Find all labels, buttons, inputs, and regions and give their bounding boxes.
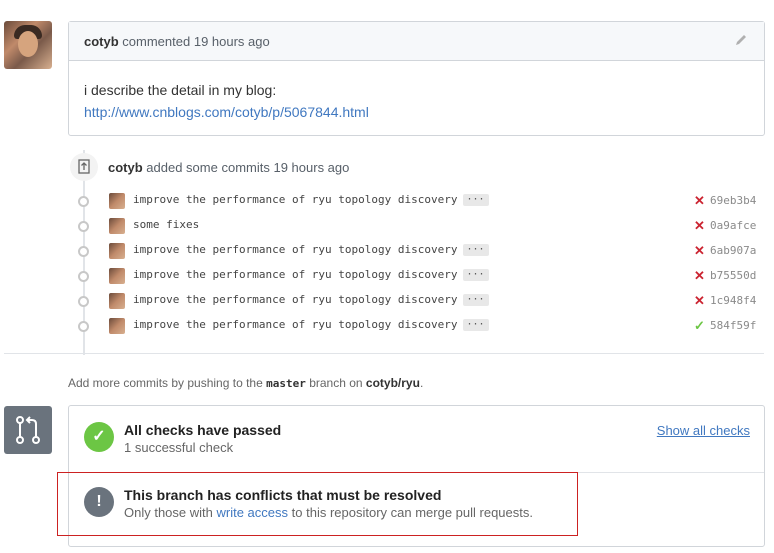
commit-row: improve the performance of ryu topology … [76,265,766,287]
commit-author-avatar[interactable] [109,268,125,284]
expand-ellipsis-button[interactable]: ··· [462,244,489,256]
push-time: 19 hours ago [273,160,350,175]
commit-message-text[interactable]: some fixes [133,218,199,231]
x-status-icon[interactable]: ✕ [694,268,705,284]
hint-branch: master [266,377,306,390]
commit-dot-icon [78,321,89,332]
commit-dot-icon [78,296,89,307]
commit-message[interactable]: some fixes [133,218,199,231]
commit-message[interactable]: improve the performance of ryu topology … [133,293,489,306]
comment-author[interactable]: cotyb [84,34,119,49]
commit-message[interactable]: improve the performance of ryu topology … [133,268,489,281]
git-pull-request-icon [4,406,52,454]
conflict-sub-suffix: to this repository can merge pull reques… [291,505,533,520]
x-status-icon[interactable]: ✕ [694,243,705,259]
expand-ellipsis-button[interactable]: ··· [462,194,489,206]
section-divider [4,353,764,354]
comment-box: cotyb commented 19 hours ago i describe … [68,21,765,136]
commit-message-text[interactable]: improve the performance of ryu topology … [133,318,458,331]
conflict-sub-prefix: Only those with [124,505,213,520]
show-all-checks-link[interactable]: Show all checks [657,423,750,438]
commit-row: improve the performance of ryu topology … [76,190,766,212]
commit-sha[interactable]: 6ab907a [710,244,756,257]
repo-push-icon [70,153,98,181]
hint-prefix: Add more commits by pushing to the [68,376,263,390]
comment-action: commented [122,34,191,49]
commit-message[interactable]: improve the performance of ryu topology … [133,243,489,256]
edit-pencil-icon[interactable] [734,33,748,47]
comment-header: cotyb commented 19 hours ago [69,22,764,61]
commit-row: improve the performance of ryu topology … [76,240,766,262]
commit-sha[interactable]: 69eb3b4 [710,194,756,207]
commit-message-text[interactable]: improve the performance of ryu topology … [133,268,458,281]
commit-author-avatar[interactable] [109,293,125,309]
commit-author-avatar[interactable] [109,243,125,259]
expand-ellipsis-button[interactable]: ··· [462,269,489,281]
push-event-header: cotyb added some commits 19 hours ago [108,160,349,175]
commit-sha[interactable]: b75550d [710,269,756,282]
commit-message-text[interactable]: improve the performance of ryu topology … [133,243,458,256]
alert-icon: ! [84,487,114,517]
checkmark-icon: ✓ [84,422,114,452]
commit-message-text[interactable]: improve the performance of ryu topology … [133,293,458,306]
write-access-link[interactable]: write access [217,505,289,520]
hint-suffix: . [419,376,424,390]
commit-message-text[interactable]: improve the performance of ryu topology … [133,193,458,206]
commit-sha[interactable]: 1c948f4 [710,294,756,307]
commit-sha[interactable]: 584f59f [710,319,756,332]
comment-text: i describe the detail in my blog: [84,82,277,98]
push-hint: Add more commits by pushing to the maste… [68,376,423,390]
commit-dot-icon [78,221,89,232]
user-avatar[interactable] [4,21,52,69]
checks-title: All checks have passed [124,422,282,438]
check-status-icon[interactable]: ✓ [694,318,705,334]
commit-dot-icon [78,271,89,282]
commit-author-avatar[interactable] [109,318,125,334]
expand-ellipsis-button[interactable]: ··· [462,294,489,306]
commit-author-avatar[interactable] [109,218,125,234]
comment-time[interactable]: 19 hours ago [194,34,270,49]
commit-author-avatar[interactable] [109,193,125,209]
commit-dot-icon [78,246,89,257]
conflict-highlight [57,472,578,536]
expand-ellipsis-button[interactable]: ··· [462,319,489,331]
checks-subtitle: 1 successful check [124,440,234,455]
push-action: added some commits [146,160,270,175]
push-author[interactable]: cotyb [108,160,143,175]
commit-row: some fixes ✕ 0a9afce [76,215,766,237]
commit-row: improve the performance of ryu topology … [76,290,766,312]
x-status-icon[interactable]: ✕ [694,293,705,309]
hint-repo: cotyb/ryu [365,376,420,390]
checks-row: ✓ All checks have passed 1 successful ch… [69,406,764,473]
x-status-icon[interactable]: ✕ [694,218,705,234]
commit-sha[interactable]: 0a9afce [710,219,756,232]
x-status-icon[interactable]: ✕ [694,193,705,209]
conflict-title: This branch has conflicts that must be r… [124,487,442,503]
hint-middle: branch on [309,376,363,390]
comment-link[interactable]: http://www.cnblogs.com/cotyb/p/5067844.h… [84,104,369,120]
conflict-subtitle: Only those with write access to this rep… [124,505,533,520]
commit-row: improve the performance of ryu topology … [76,315,766,337]
commit-message[interactable]: improve the performance of ryu topology … [133,193,489,206]
commit-message[interactable]: improve the performance of ryu topology … [133,318,489,331]
comment-body: i describe the detail in my blog: http:/… [69,61,764,123]
commit-dot-icon [78,196,89,207]
